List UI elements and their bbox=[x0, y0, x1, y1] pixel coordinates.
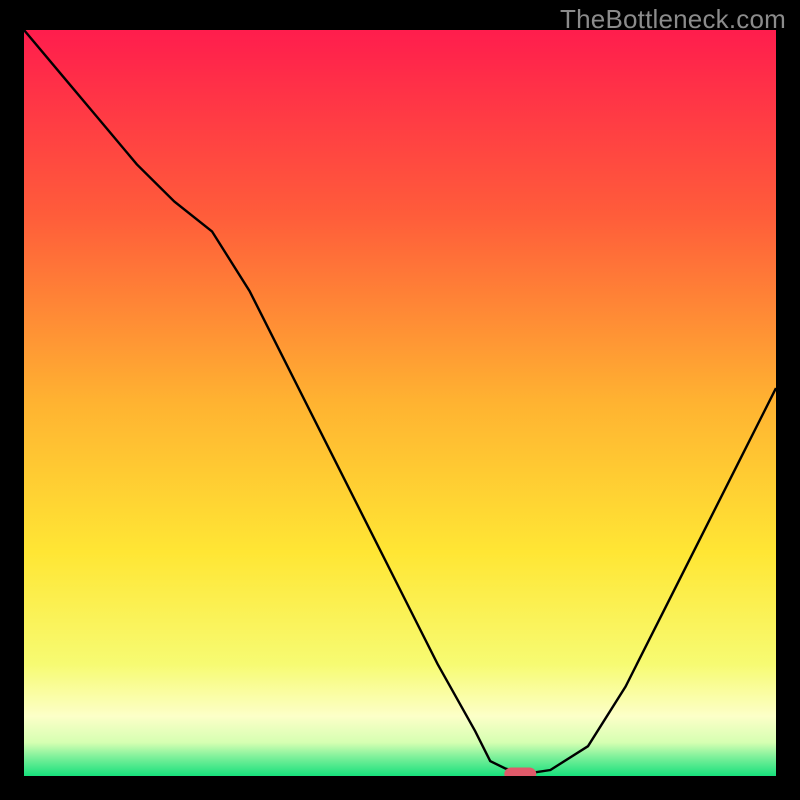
chart-plot bbox=[24, 30, 776, 776]
chart-container: TheBottleneck.com bbox=[0, 0, 800, 800]
chart-svg bbox=[24, 30, 776, 776]
optimal-marker bbox=[504, 768, 536, 777]
watermark-text: TheBottleneck.com bbox=[560, 4, 786, 35]
chart-background bbox=[24, 30, 776, 776]
